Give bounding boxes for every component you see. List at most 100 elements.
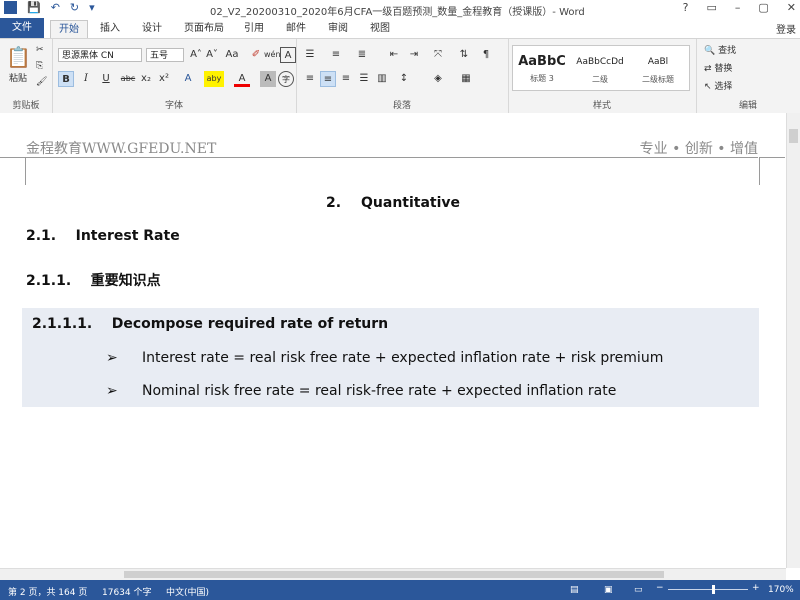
copy-icon[interactable]: ⎘ <box>36 61 43 71</box>
horizontal-scrollbar[interactable] <box>0 568 786 580</box>
tab-view[interactable]: 视图 <box>362 20 398 38</box>
strikethrough-button[interactable]: abc <box>120 71 136 87</box>
window-controls: ? ▭ – ▢ ✕ <box>683 1 796 14</box>
redo-icon[interactable]: ↻ <box>70 1 79 14</box>
language-indicator[interactable]: 中文(中国) <box>166 585 209 598</box>
numbering-icon[interactable]: ≡ <box>328 47 344 63</box>
find-button[interactable]: 🔍 查找 <box>704 43 736 56</box>
style-level-2-heading[interactable]: AaBl 二级标题 <box>629 46 687 90</box>
paste-button[interactable]: 粘贴 <box>9 71 27 84</box>
style-level-2[interactable]: AaBbCcDd 二级 <box>571 46 629 90</box>
bullet-item[interactable]: ➢ Nominal risk free rate = real risk-free… <box>106 383 616 399</box>
select-button[interactable]: ↖ 选择 <box>704 79 732 92</box>
styles-label: 样式 <box>592 101 611 111</box>
shading-icon[interactable]: ◈ <box>430 71 446 87</box>
increase-indent-icon[interactable]: ⇥ <box>406 47 422 63</box>
ribbon-tabs: 文件 开始 插入 设计 页面布局 引用 邮件 审阅 视图 登录 <box>0 18 800 40</box>
highlight-button[interactable]: aby <box>204 71 224 87</box>
subscript-button[interactable]: x₂ <box>138 71 154 87</box>
word-logo-icon: W <box>4 1 17 14</box>
shrink-font-button[interactable]: A˅ <box>204 47 220 63</box>
tab-mailings[interactable]: 邮件 <box>278 20 314 38</box>
vertical-scrollbar[interactable] <box>786 113 800 568</box>
read-mode-icon[interactable]: ▤ <box>570 585 579 595</box>
minimize-button[interactable]: – <box>735 1 741 14</box>
grow-font-button[interactable]: A˄ <box>188 47 204 63</box>
tab-review[interactable]: 审阅 <box>320 20 356 38</box>
document-page[interactable]: 金程教育WWW.GFEDU.NET 专业 • 创新 • 增值 2. Quantit… <box>0 113 786 568</box>
heading-1[interactable]: 2. Quantitative <box>0 195 786 211</box>
header-rule <box>26 157 758 158</box>
multilevel-list-icon[interactable]: ≣ <box>354 47 370 63</box>
zoom-slider[interactable] <box>668 589 748 590</box>
distributed-icon[interactable]: ▥ <box>374 71 390 87</box>
font-label: 字体 <box>164 101 183 111</box>
font-size-select[interactable]: 五号 <box>146 48 184 62</box>
help-button[interactable]: ? <box>683 1 689 14</box>
quick-access-toolbar: W 💾 ↶ ↻ ▾ <box>4 1 95 14</box>
tab-page-layout[interactable]: 页面布局 <box>176 20 232 38</box>
change-case-button[interactable]: Aa <box>224 47 240 63</box>
style-sample: AaBbC <box>518 54 566 69</box>
font-name-select[interactable]: 思源黑体 CN <box>58 48 142 62</box>
bullet-item[interactable]: ➢ Interest rate = real risk free rate + e… <box>106 350 663 366</box>
font-color-button[interactable]: A <box>234 71 250 87</box>
paste-icon[interactable]: 📋 <box>6 45 31 69</box>
save-icon[interactable]: 💾 <box>27 1 41 14</box>
page-count[interactable]: 第 2 页，共 164 页 <box>8 585 87 598</box>
zoom-out-icon[interactable]: − <box>656 583 664 593</box>
character-border-button[interactable]: A <box>280 47 296 63</box>
tab-references[interactable]: 引用 <box>236 20 272 38</box>
tab-home[interactable]: 开始 <box>50 20 88 40</box>
tab-file[interactable]: 文件 <box>0 18 44 38</box>
style-heading-3[interactable]: AaBbC 标题 3 <box>513 46 571 90</box>
ribbon-display-button[interactable]: ▭ <box>706 1 716 14</box>
italic-button[interactable]: I <box>78 71 94 87</box>
horizontal-scroll-thumb[interactable] <box>124 571 664 578</box>
decrease-indent-icon[interactable]: ⇤ <box>386 47 402 63</box>
vertical-scroll-thumb[interactable] <box>789 129 798 143</box>
text-effects-button[interactable]: A <box>180 71 196 87</box>
undo-icon[interactable]: ↶ <box>51 1 60 14</box>
cut-icon[interactable]: ✂ <box>36 45 44 55</box>
login-link[interactable]: 登录 <box>776 21 796 36</box>
align-right-icon[interactable]: ≡ <box>338 71 354 87</box>
replace-button[interactable]: ⇄ 替换 <box>704 61 732 74</box>
window-title: 02_V2_20200310_2020年6月CFA一级百题预测_数量_金程教育（… <box>210 7 585 18</box>
superscript-button[interactable]: x² <box>156 71 172 87</box>
customize-qat-icon[interactable]: ▾ <box>89 1 95 14</box>
line-spacing-icon[interactable]: ↕ <box>396 71 412 87</box>
bold-button[interactable]: B <box>58 71 74 87</box>
font-name-value: 思源黑体 CN <box>62 51 114 61</box>
character-shading-button[interactable]: A <box>260 71 276 87</box>
zoom-in-icon[interactable]: + <box>752 583 760 593</box>
clear-formatting-button[interactable]: ✐ <box>248 47 264 63</box>
justify-icon[interactable]: ☰ <box>356 71 372 87</box>
arrow-bullet-icon: ➢ <box>106 350 118 366</box>
chinese-layout-icon[interactable]: ⤧ <box>430 47 446 63</box>
underline-button[interactable]: U <box>98 71 114 87</box>
tab-design[interactable]: 设计 <box>134 20 170 38</box>
borders-icon[interactable]: ▦ <box>458 71 474 87</box>
heading-4[interactable]: 2.1.1.1. Decompose required rate of retu… <box>32 316 388 332</box>
word-count[interactable]: 17634 个字 <box>102 585 152 598</box>
heading-3[interactable]: 2.1.1. 重要知识点 <box>26 270 161 290</box>
zoom-slider-knob[interactable] <box>712 585 715 594</box>
heading-2[interactable]: 2.1. Interest Rate <box>26 228 180 244</box>
sort-icon[interactable]: ⇅ <box>456 47 472 63</box>
bullets-icon[interactable]: ☰ <box>302 47 318 63</box>
web-layout-icon[interactable]: ▭ <box>634 585 643 595</box>
maximize-button[interactable]: ▢ <box>758 1 768 14</box>
phonetic-guide-button[interactable]: wén <box>264 47 281 63</box>
print-layout-icon[interactable]: ▣ <box>604 585 613 595</box>
format-painter-icon[interactable]: 🖌 <box>36 77 47 87</box>
styles-gallery: AaBbC 标题 3 AaBbCcDd 二级 AaBl 二级标题 <box>512 45 690 91</box>
align-center-icon[interactable]: ≡ <box>320 71 336 87</box>
enclose-characters-button[interactable]: 字 <box>278 71 294 87</box>
tab-insert[interactable]: 插入 <box>92 20 128 38</box>
show-marks-icon[interactable]: ¶ <box>478 47 494 63</box>
close-button[interactable]: ✕ <box>787 1 796 14</box>
zoom-level[interactable]: 170% <box>768 585 794 595</box>
title-bar: W 💾 ↶ ↻ ▾ 02_V2_20200310_2020年6月CFA一级百题预… <box>0 0 800 18</box>
align-left-icon[interactable]: ≡ <box>302 71 318 87</box>
